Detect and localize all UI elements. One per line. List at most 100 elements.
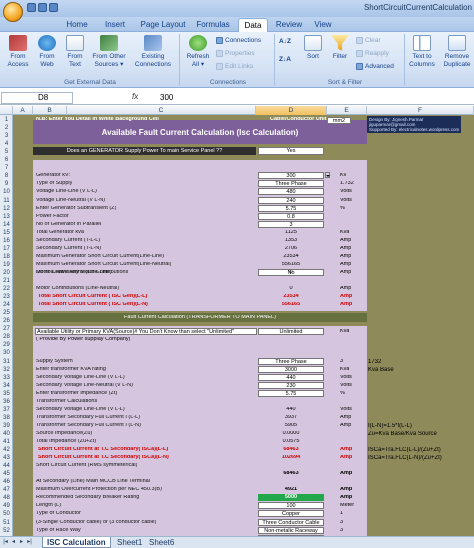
sort-za-button[interactable]: Z↓A xyxy=(279,56,291,63)
row-header[interactable]: 30 xyxy=(0,350,13,356)
formula-input[interactable]: 300 xyxy=(160,93,173,102)
office-button[interactable] xyxy=(3,2,23,22)
remove-duplicates-button[interactable]: Remove Duplicate xyxy=(440,35,474,69)
row-header[interactable]: 36 xyxy=(0,399,13,405)
row-header[interactable]: 42 xyxy=(0,447,13,453)
row-header[interactable]: 33 xyxy=(0,375,13,381)
cable-input[interactable]: Three Conductor Cable xyxy=(258,518,324,526)
sort-button[interactable]: Sort xyxy=(300,35,326,61)
row-header[interactable]: 46 xyxy=(0,479,13,485)
connections-button[interactable]: Connections xyxy=(216,37,261,44)
gen-input[interactable]: 480 xyxy=(258,188,324,196)
reapply-button[interactable]: Reapply xyxy=(356,50,389,57)
last-sheet-icon[interactable]: ▸| xyxy=(26,539,33,546)
row-header[interactable]: 15 xyxy=(0,230,13,236)
row-header[interactable]: 29 xyxy=(0,342,13,348)
row-header[interactable]: 6 xyxy=(0,157,13,163)
tab-view[interactable]: View xyxy=(310,18,336,32)
tab-insert[interactable]: Insert xyxy=(98,18,132,32)
row-header[interactable]: 28 xyxy=(0,334,13,340)
gen-input[interactable]: 0.8 xyxy=(258,212,324,220)
gen-input[interactable]: 240 xyxy=(258,196,324,204)
row-header[interactable]: 49 xyxy=(0,503,13,509)
sheet-tab-sheet6[interactable]: Sheet6 xyxy=(145,537,178,548)
from-access-button[interactable]: From Access xyxy=(3,35,33,69)
row-header[interactable]: 13 xyxy=(0,214,13,220)
row-header[interactable]: 32 xyxy=(0,367,13,373)
existing-connections-button[interactable]: Existing Connections xyxy=(130,35,176,69)
row-header[interactable]: 21 xyxy=(0,278,13,284)
row-header[interactable]: 3 xyxy=(0,133,13,139)
row-header[interactable]: 40 xyxy=(0,431,13,437)
sheet-tab-sheet1[interactable]: Sheet1 xyxy=(113,537,146,548)
sheet-tab-isc-calculation[interactable]: ISC Calculation xyxy=(42,537,111,548)
row-header[interactable]: 14 xyxy=(0,222,13,228)
row-header[interactable]: 7 xyxy=(0,165,13,171)
undo-icon[interactable] xyxy=(38,3,47,12)
row-header[interactable]: 31 xyxy=(0,359,13,365)
row-header[interactable]: 22 xyxy=(0,286,13,292)
utility-kva-select[interactable]: Unlimited xyxy=(258,328,324,335)
row-header[interactable]: 51 xyxy=(0,520,13,526)
row-header[interactable]: 38 xyxy=(0,415,13,421)
row-header[interactable]: 27 xyxy=(0,326,13,332)
chevron-down-icon[interactable] xyxy=(325,172,330,179)
row-header[interactable]: 48 xyxy=(0,495,13,501)
clear-button[interactable]: Clear xyxy=(356,37,381,44)
column-header-b[interactable]: B xyxy=(33,106,67,115)
redo-icon[interactable] xyxy=(49,3,58,12)
row-header[interactable]: 35 xyxy=(0,391,13,397)
row-header[interactable]: 9 xyxy=(0,181,13,187)
gen-input[interactable]: 3 xyxy=(258,220,324,228)
tab-home[interactable]: Home xyxy=(60,18,94,32)
save-icon[interactable] xyxy=(27,3,36,12)
row-header[interactable]: 34 xyxy=(0,383,13,389)
gen-input[interactable]: 5.75 xyxy=(258,204,324,212)
advanced-button[interactable]: Advanced xyxy=(356,63,394,70)
gen-input[interactable]: Three Phase xyxy=(258,180,324,188)
conductor-unit-select[interactable]: mm2 xyxy=(327,117,351,124)
row-header[interactable]: 39 xyxy=(0,423,13,429)
row-header[interactable]: 4 xyxy=(0,141,13,147)
filter-button[interactable]: Filter xyxy=(327,35,353,61)
row-header[interactable]: 2 xyxy=(0,125,13,131)
properties-button[interactable]: Properties xyxy=(216,50,255,57)
row-header[interactable]: 11 xyxy=(0,198,13,204)
row-header[interactable]: 45 xyxy=(0,471,13,477)
row-header[interactable]: 5 xyxy=(0,149,13,155)
generator-answer-select[interactable]: Yes xyxy=(258,147,324,155)
text-to-columns-button[interactable]: Text to Columns xyxy=(406,35,438,69)
fx-icon[interactable]: fx xyxy=(132,92,138,101)
row-header[interactable]: 26 xyxy=(0,318,13,324)
row-header[interactable]: 23 xyxy=(0,294,13,300)
row-header[interactable]: 17 xyxy=(0,246,13,252)
row-header[interactable]: 1 xyxy=(0,117,13,123)
tab-data[interactable]: Data xyxy=(238,18,268,32)
row-header[interactable]: 37 xyxy=(0,407,13,413)
from-text-button[interactable]: From Text xyxy=(61,35,89,69)
column-header-a[interactable]: A xyxy=(13,106,33,115)
row-header[interactable]: 41 xyxy=(0,439,13,445)
row-header[interactable]: 47 xyxy=(0,487,13,493)
cable-input[interactable]: Copper xyxy=(258,510,324,518)
row-header[interactable]: 18 xyxy=(0,254,13,260)
row-header[interactable]: 20 xyxy=(0,270,13,276)
row-header[interactable]: 43 xyxy=(0,455,13,461)
row-header[interactable]: 44 xyxy=(0,463,13,469)
row-header[interactable]: 25 xyxy=(0,310,13,316)
tx-input[interactable]: Three Phase xyxy=(258,357,324,365)
column-header-f[interactable]: F xyxy=(367,106,474,115)
sort-az-button[interactable]: A↓Z xyxy=(279,38,291,45)
row-header[interactable]: 16 xyxy=(0,238,13,244)
tx-input[interactable]: 3000 xyxy=(258,365,324,373)
select-all-corner[interactable] xyxy=(0,106,13,115)
row-header[interactable]: 52 xyxy=(0,528,13,534)
prev-sheet-icon[interactable]: ◂ xyxy=(10,539,17,546)
tab-page-layout[interactable]: Page Layout xyxy=(137,18,189,32)
worksheet[interactable]: 1 2 3 4 5 6 7 8 9 10 11 12 13 14 15 16 17 18 19 20 21 22 23 24 2… xyxy=(0,115,474,536)
cable-input[interactable]: Non-metalic Raceway xyxy=(258,526,324,534)
row-header[interactable]: 19 xyxy=(0,262,13,268)
tx-input[interactable]: 230 xyxy=(258,381,324,389)
row-header[interactable]: 50 xyxy=(0,511,13,517)
name-box[interactable]: D8 xyxy=(1,92,73,104)
